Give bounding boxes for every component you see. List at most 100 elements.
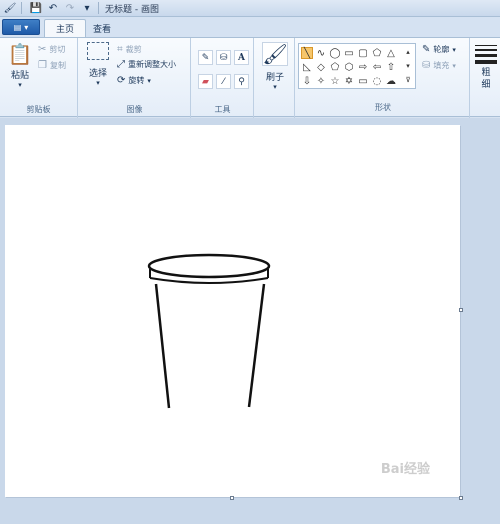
arrow-right-shape-icon[interactable]: ⇨: [357, 61, 369, 73]
clipboard-group: 📋 粘贴 ▾ ✂ 剪切 ❐ 复制 剪贴板: [0, 38, 78, 118]
tools-group: ✎ ⛁ A ▰ ⁄ ⚲ 工具: [192, 38, 254, 118]
line-width-icon: [475, 42, 497, 67]
tab-home[interactable]: 主页: [44, 19, 87, 37]
brushes-group: 🖌 刷子 ▾: [255, 38, 295, 118]
outline-icon: ✎: [422, 44, 431, 55]
group-label: 图像: [126, 105, 143, 114]
separator: [21, 2, 22, 14]
scroll-down-icon[interactable]: ▾: [403, 60, 413, 72]
file-menu-icon: ▤: [13, 22, 22, 32]
triangle-shape-icon[interactable]: △: [385, 47, 397, 59]
six-point-star-shape-icon[interactable]: ✡: [343, 75, 355, 87]
drawing-canvas[interactable]: Bai经验: [5, 125, 460, 497]
magnifier-icon[interactable]: ⚲: [234, 74, 249, 89]
rectangle-shape-icon[interactable]: ▭: [343, 47, 355, 59]
window-title: 无标题 - 画图: [105, 4, 159, 15]
chevron-down-icon: ▾: [18, 81, 22, 89]
resize-icon: ⤢: [117, 59, 125, 70]
brush-icon: 🖌: [262, 42, 288, 66]
brushes-label: 刷子: [265, 73, 284, 83]
resize-handle-bottom[interactable]: [230, 496, 234, 500]
scissors-icon: ✂: [38, 44, 47, 55]
ribbon: 📋 粘贴 ▾ ✂ 剪切 ❐ 复制 剪贴板 选择 ▾ ⌗ 裁剪 ⤢ 重新调整大小: [0, 37, 500, 118]
arrow-down-shape-icon[interactable]: ⇩: [301, 75, 313, 87]
chevron-down-icon: ▾: [452, 61, 456, 70]
file-menu-button[interactable]: ▤ ▾: [2, 19, 40, 35]
select-label: 选择: [88, 69, 107, 79]
brushes-button[interactable]: 🖌 刷子 ▾: [260, 42, 290, 91]
crop-label: 裁剪: [125, 45, 142, 54]
rotate-button[interactable]: ⟳ 旋转 ▾: [117, 75, 151, 86]
ribbon-tabs: ▤ ▾ 主页 查看: [0, 17, 500, 37]
right-triangle-shape-icon[interactable]: ◺: [301, 61, 313, 73]
hexagon-shape-icon[interactable]: ⬡: [343, 61, 355, 73]
text-icon[interactable]: A: [234, 50, 249, 65]
clipboard-icon: 📋: [7, 42, 33, 66]
cut-button[interactable]: ✂ 剪切: [38, 44, 65, 55]
rounded-callout-shape-icon[interactable]: ▭: [357, 75, 369, 87]
resize-label: 重新调整大小: [128, 60, 176, 69]
cup-drawing: [147, 253, 271, 409]
chevron-down-icon: ▾: [147, 76, 151, 85]
expand-gallery-icon[interactable]: ⊽: [403, 74, 413, 86]
chevron-down-icon: ▾: [273, 83, 277, 91]
oval-callout-shape-icon[interactable]: ◌: [371, 75, 383, 87]
group-label: 形状: [375, 103, 391, 112]
resize-button[interactable]: ⤢ 重新调整大小: [117, 59, 176, 70]
paste-button[interactable]: 📋 粘贴 ▾: [6, 42, 34, 89]
outline-button[interactable]: ✎ 轮廓 ▾: [422, 44, 456, 55]
arrow-up-shape-icon[interactable]: ⇧: [385, 61, 397, 73]
tab-view[interactable]: 查看: [82, 19, 122, 37]
undo-icon[interactable]: ↶: [46, 1, 60, 15]
redo-icon[interactable]: ↷: [63, 1, 77, 15]
paste-label: 粘贴: [10, 71, 29, 81]
size-button[interactable]: 粗细: [474, 42, 498, 91]
crop-button[interactable]: ⌗ 裁剪: [117, 44, 142, 55]
chevron-down-icon: ▾: [452, 45, 456, 54]
eraser-icon[interactable]: ▰: [198, 74, 213, 89]
group-label: 剪贴板: [26, 105, 51, 114]
resize-handle-corner[interactable]: [459, 496, 463, 500]
curve-shape-icon[interactable]: ∿: [315, 47, 327, 59]
pentagon-shape-icon[interactable]: ⬠: [329, 61, 341, 73]
cut-label: 剪切: [49, 45, 66, 54]
rotate-icon: ⟳: [117, 75, 126, 86]
copy-icon: ❐: [38, 60, 47, 71]
workspace: Bai经验: [0, 118, 500, 524]
app-menu-icon[interactable]: 🖌: [3, 1, 17, 15]
oval-shape-icon[interactable]: ◯: [329, 47, 341, 59]
pencil-icon[interactable]: ✎: [198, 50, 213, 65]
outline-label: 轮廓: [433, 45, 450, 54]
crop-icon: ⌗: [117, 44, 123, 55]
select-button[interactable]: 选择 ▾: [85, 42, 111, 87]
rotate-label: 旋转: [128, 76, 145, 85]
fill-icon: ⛁: [422, 60, 431, 71]
group-label: 工具: [214, 105, 231, 114]
fill-bucket-icon[interactable]: ⛁: [216, 50, 231, 65]
copy-label: 复制: [49, 61, 66, 70]
five-point-star-shape-icon[interactable]: ☆: [329, 75, 341, 87]
diamond-shape-icon[interactable]: ◇: [315, 61, 327, 73]
save-icon[interactable]: 💾: [29, 1, 43, 15]
four-point-star-shape-icon[interactable]: ✧: [315, 75, 327, 87]
chevron-down-icon: ▾: [24, 22, 29, 32]
rounded-rectangle-shape-icon[interactable]: ▢: [357, 47, 369, 59]
size-label: 粗细: [481, 68, 491, 90]
resize-handle-right[interactable]: [459, 308, 463, 312]
watermark: Bai经验: [380, 462, 430, 477]
scroll-up-icon[interactable]: ▴: [403, 46, 413, 58]
select-rectangle-icon: [87, 42, 109, 60]
chevron-down-icon: ▾: [96, 79, 100, 87]
shapes-gallery: ╲ ∿ ◯ ▭ ▢ ⬠ △ ◺ ◇ ⬠ ⬡ ⇨ ⇦ ⇧ ⇩ ✧ ☆ ✡ ▭ ◌ …: [298, 43, 416, 89]
customize-quick-access-icon[interactable]: ▾: [80, 1, 94, 15]
image-group: 选择 ▾ ⌗ 裁剪 ⤢ 重新调整大小 ⟳ 旋转 ▾ 图像: [79, 38, 191, 118]
cloud-callout-shape-icon[interactable]: ☁: [385, 75, 397, 87]
fill-button[interactable]: ⛁ 填充 ▾: [422, 60, 456, 71]
polygon-shape-icon[interactable]: ⬠: [371, 47, 383, 59]
copy-button[interactable]: ❐ 复制: [38, 60, 66, 71]
fill-label: 填充: [433, 61, 450, 70]
line-shape-icon[interactable]: ╲: [301, 47, 313, 59]
title-bar: 🖌 💾 ↶ ↷ ▾ 无标题 - 画图: [0, 0, 500, 17]
color-picker-icon[interactable]: ⁄: [216, 74, 231, 89]
arrow-left-shape-icon[interactable]: ⇦: [371, 61, 383, 73]
